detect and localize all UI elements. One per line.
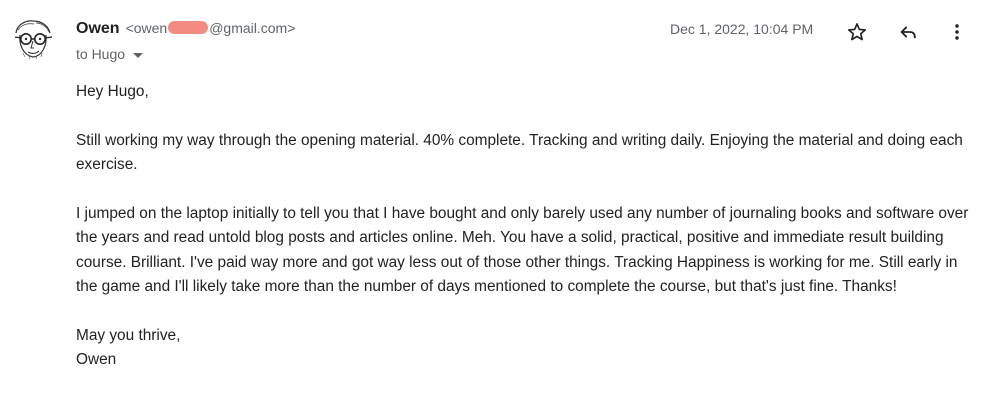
redaction-mark — [168, 21, 209, 34]
more-options-button[interactable] — [943, 18, 971, 46]
sender-avatar[interactable] — [7, 13, 59, 65]
greeting: Hey Hugo, — [76, 83, 149, 100]
sender-email-suffix: @gmail.com> — [209, 20, 296, 36]
sender-email: <owen @gmail.com> — [126, 20, 296, 36]
recipient-line: to Hugo — [76, 46, 144, 62]
recipient-label: to Hugo — [76, 46, 126, 62]
body-paragraph-2: I jumped on the laptop initially to tell… — [76, 205, 969, 296]
closing: May you thrive, Owen — [76, 324, 976, 373]
star-outline-icon — [847, 23, 867, 41]
sender-email-prefix: <owen — [125, 20, 168, 36]
message-date: Dec 1, 2022, 10:04 PM — [670, 21, 814, 37]
more-vertical-icon — [955, 24, 959, 40]
sender-name[interactable]: Owen — [76, 20, 120, 38]
sender-line: Owen <owen @gmail.com> — [76, 20, 295, 42]
body-paragraph-1: Still working my way through the opening… — [76, 131, 963, 174]
message-body: Hey Hugo, Still working my way through t… — [76, 80, 976, 373]
email-message: Owen <owen @gmail.com> to Hugo Dec 1, 202… — [0, 0, 989, 411]
reply-arrow-icon — [900, 26, 916, 39]
reply-button[interactable] — [894, 18, 922, 46]
signoff: May you thrive, — [76, 327, 181, 345]
sketch-portrait-icon — [7, 13, 59, 65]
star-button[interactable] — [843, 18, 871, 46]
show-details-dropdown-icon[interactable] — [133, 52, 144, 58]
signature: Owen — [76, 351, 117, 369]
